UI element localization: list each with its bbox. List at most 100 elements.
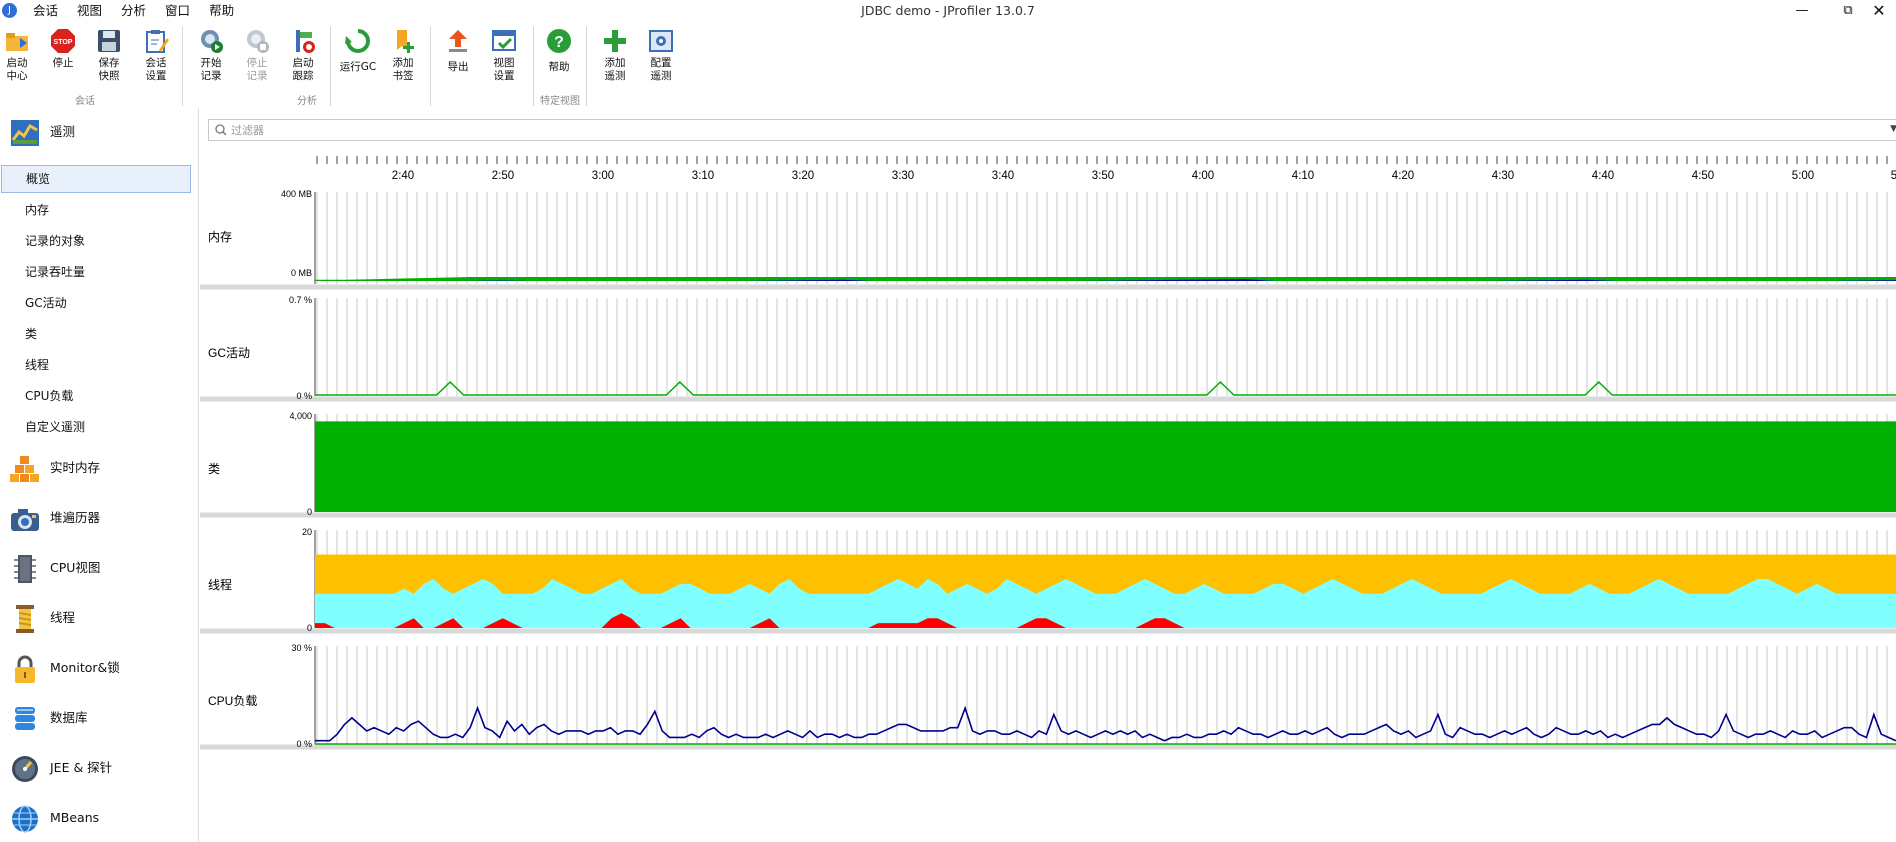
telemetry-icon [10,118,40,148]
toolbar-group-session: 会话 [75,96,95,107]
stop-button[interactable]: STOP 停止 [41,28,85,70]
y-axis-min-label: 0 MB [291,268,312,278]
filter-dropdown-icon[interactable]: ▼ [1890,124,1896,134]
time-axis-label: 3:30 [892,170,914,182]
live-memory-icon [10,454,40,484]
gear-window-icon [648,28,674,54]
sidebar-section-monitors-locks[interactable]: Monitor&锁 [0,644,198,692]
globe-icon [10,804,40,834]
menu-view[interactable]: 视图 [68,0,112,22]
time-axis-label: 5:00 [1792,170,1814,182]
session-settings-button[interactable]: 会话 设置 [134,28,178,83]
toolbar-separator [430,26,431,106]
time-axis-label: 4:30 [1492,170,1514,182]
record-stop-icon [244,28,270,54]
telemetry-name: GC活动 [208,346,250,360]
sidebar-item-memory[interactable]: 内存 [0,195,198,225]
sidebar-section-databases[interactable]: 数据库 [0,694,198,742]
y-axis-min-label: 0 % [296,739,312,749]
cpu-process-line [315,705,1896,742]
time-axis-label: 3:00 [592,170,614,182]
tracking-icon [290,28,316,54]
menu-window[interactable]: 窗口 [156,0,200,22]
time-axis-label: 3:40 [992,170,1014,182]
memory-free-area [315,277,1896,281]
toolbar-group-view-specific: 特定视图 [540,96,580,107]
jprofiler-logo-icon[interactable]: J [2,3,17,18]
bookmark-add-icon [390,28,416,54]
filter-input[interactable] [229,122,1733,139]
sidebar-item-custom-telemetries[interactable]: 自定义遥测 [0,412,198,442]
classes-area [315,421,1896,512]
time-axis-label: 3:50 [1092,170,1114,182]
start-recording-button[interactable]: 开始 记录 [189,28,233,83]
start-center-button[interactable]: 启动 中心 [0,28,39,83]
telemetry-name: CPU负载 [208,694,257,708]
telemetry-charts: 2:40 2:50 3:00 3:10 3:20 3:30 3:40 3:50 … [200,156,1896,750]
record-start-icon [198,28,224,54]
y-axis-min-label: 0 % [296,391,312,401]
start-tracking-button[interactable]: 启动 跟踪 [281,28,325,83]
sidebar-section-mbeans[interactable]: MBeans [0,794,198,842]
configure-telemetry-button[interactable]: 配置 遥测 [639,28,683,83]
search-icon [215,124,227,136]
help-icon: ? [546,28,572,54]
plus-icon [602,28,628,54]
sidebar-item-recorded-objects[interactable]: 记录的对象 [0,226,198,256]
close-button[interactable]: ✕ [1856,0,1896,22]
sidebar-item-cpu-load[interactable]: CPU负载 [0,381,198,411]
stop-sign-icon: STOP [50,28,76,54]
help-button[interactable]: ? 帮助 [537,28,581,74]
telemetry-name: 线程 [208,577,232,592]
sidebar-item-gc-activity[interactable]: GC活动 [0,288,198,318]
gc-activity-line [315,380,1896,396]
floppy-disk-icon [96,28,122,54]
sidebar-section-telemetries[interactable]: 遥测 [0,108,198,156]
save-snapshot-button[interactable]: 保存 快照 [87,28,131,83]
y-axis-min-label: 0 [307,507,312,517]
y-axis-min-label: 0 [307,623,312,633]
add-telemetry-button[interactable]: 添加 遥测 [593,28,637,83]
sidebar-item-threads[interactable]: 线程 [0,350,198,380]
view-settings-button[interactable]: 视图 设置 [482,28,526,83]
minimize-button[interactable]: — [1779,0,1825,22]
menu-session[interactable]: 会话 [24,0,68,22]
y-axis-max-label: 0.7 % [289,295,312,305]
export-button[interactable]: 导出 [436,28,480,74]
menu-bar: 会话 视图 分析 窗口 帮助 [24,0,244,22]
y-axis-max-label: 400 MB [281,189,312,199]
time-axis-label: 3:20 [792,170,814,182]
sidebar-section-cpu-views[interactable]: CPU视图 [0,544,198,592]
time-axis-label: 4:20 [1392,170,1414,182]
y-axis-max-label: 20 [302,527,312,537]
sidebar-section-jee-probes[interactable]: JEE & 探针 [0,744,198,792]
clipboard-pencil-icon [143,28,169,54]
sidebar-item-classes[interactable]: 类 [0,319,198,349]
add-bookmark-button[interactable]: 添加 书签 [381,28,425,83]
sidebar-section-live-memory[interactable]: 实时内存 [0,444,198,492]
threads-icon [10,604,40,634]
run-gc-button[interactable]: 运行GC [335,28,381,74]
toolbar-group-profiling: 分析 [297,96,317,107]
sidebar-item-overview[interactable]: 概览 [1,165,191,193]
svg-text:?: ? [554,34,564,51]
filter-field[interactable]: ▼ [208,119,1896,141]
toolbar-separator [182,26,183,106]
svg-text:STOP: STOP [54,39,73,46]
cpu-views-icon [10,554,40,584]
heap-walker-icon [10,504,40,534]
recycle-icon [345,28,371,54]
export-arrow-icon [445,28,471,54]
time-axis-label: 3:10 [692,170,714,182]
menu-help[interactable]: 帮助 [200,0,244,22]
window-title: JDBC demo - JProfiler 13.0.7 [861,3,1035,18]
stop-recording-button[interactable]: 停止 记录 [235,28,279,83]
toolbar: 启动 中心 STOP 停止 保存 快照 会话 设置 开始 记录 停止 记录 启动… [0,22,1896,108]
menu-profiling[interactable]: 分析 [112,0,156,22]
time-axis-label: 2:40 [392,170,414,182]
sidebar-section-threads[interactable]: 线程 [0,594,198,642]
time-axis-label: 4:10 [1292,170,1314,182]
time-axis-label: 5 [1891,170,1896,182]
sidebar-section-heap-walker[interactable]: 堆遍历器 [0,494,198,542]
sidebar-item-recorded-throughput[interactable]: 记录吞吐量 [0,257,198,287]
